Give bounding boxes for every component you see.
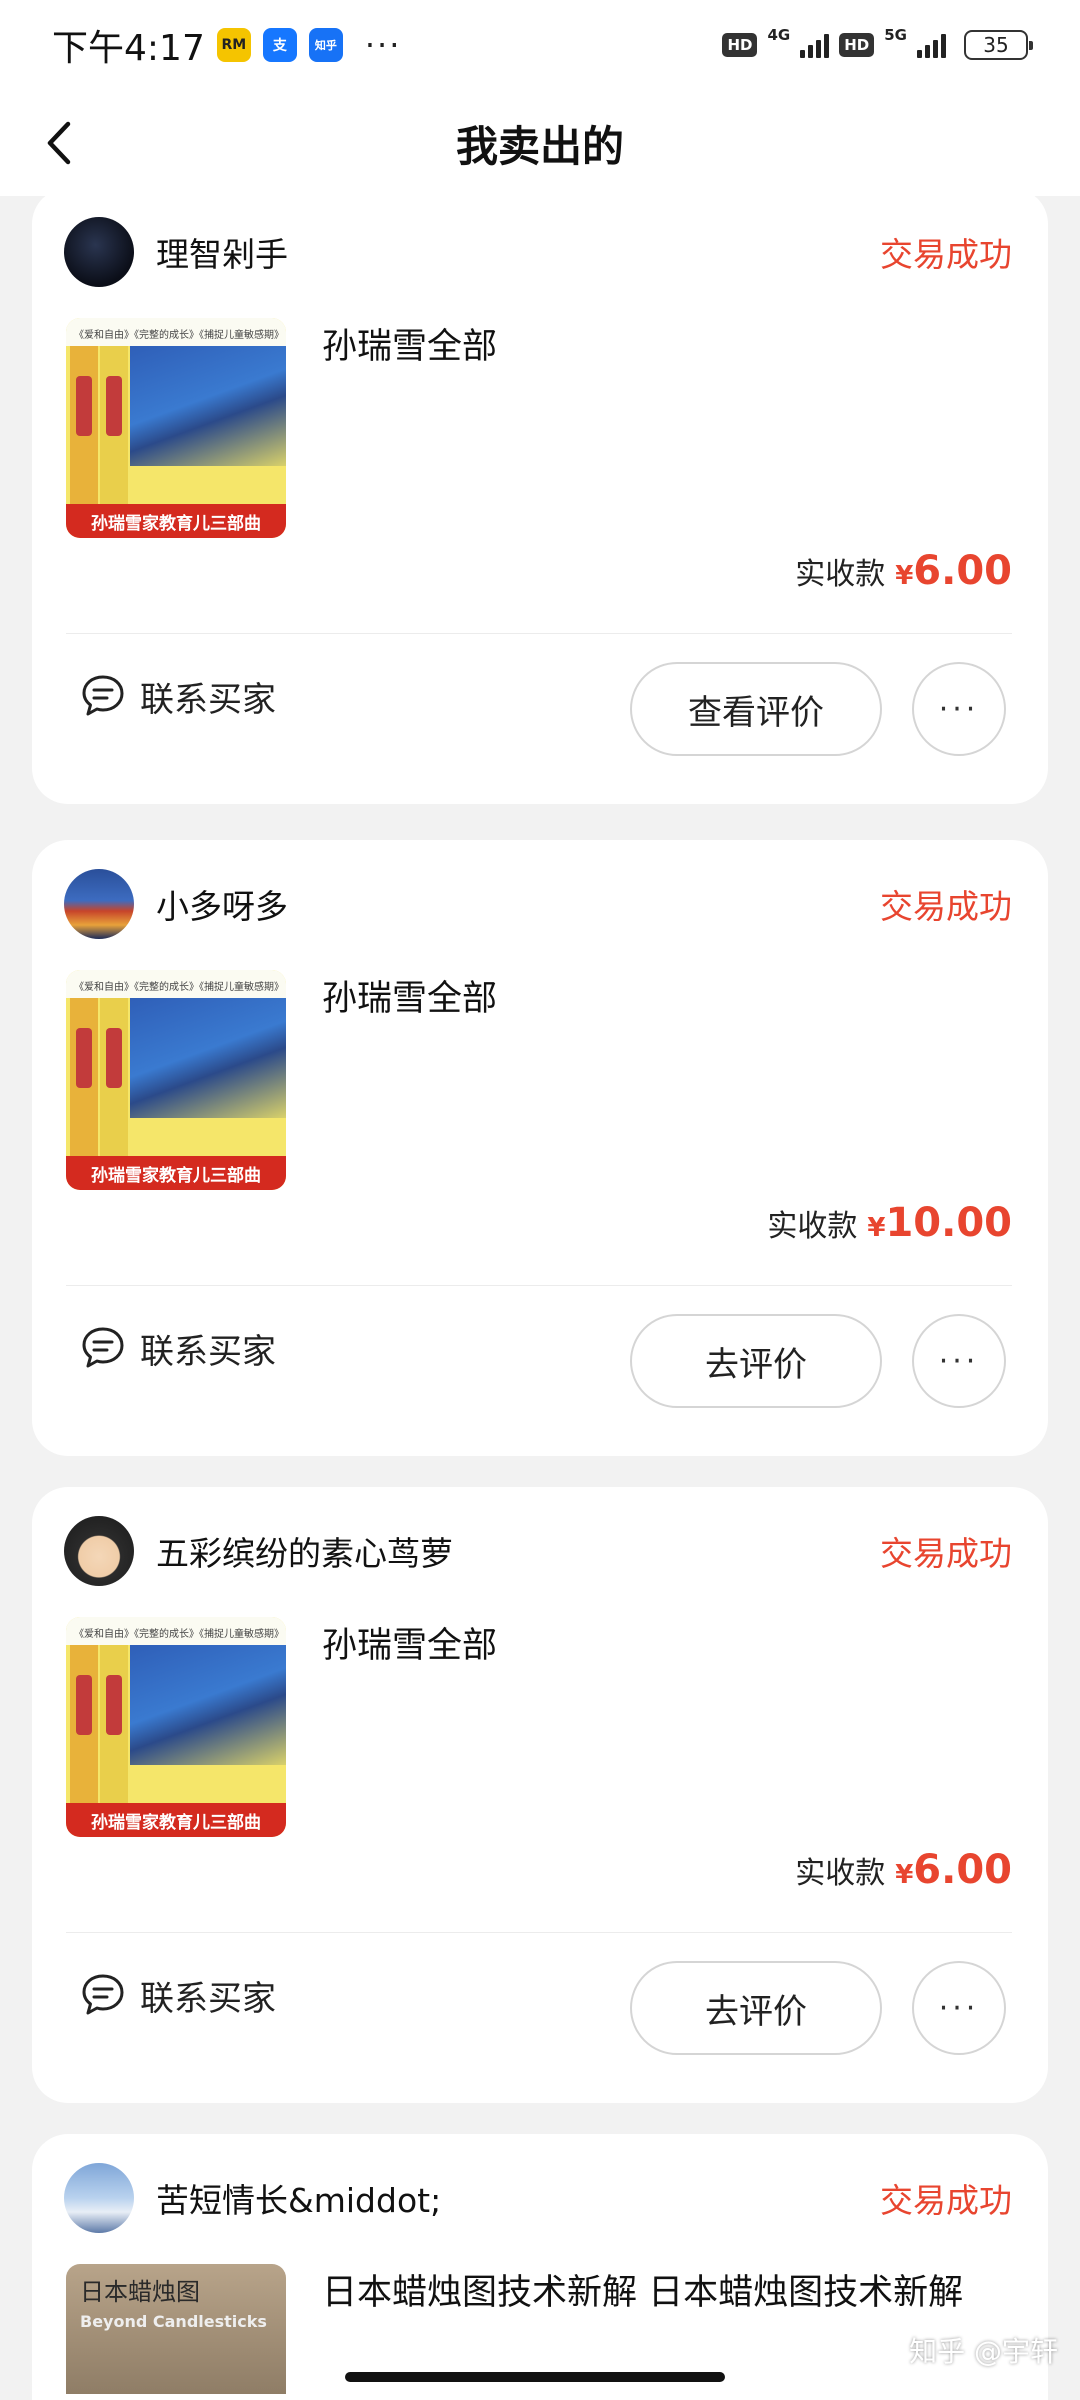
signal-bars-icon-2 [917,32,946,58]
cover-subtitle-text: Beyond Candlesticks [80,2312,267,2331]
status-time: 下午4:17 [52,28,205,69]
view-review-button[interactable]: 查看评价 [630,662,882,756]
contact-buyer-label: 联系买家 [140,679,276,720]
currency-symbol: ¥ [895,561,914,591]
signal-bars-icon-1 [800,32,830,58]
status-right-group: HD 4G HD 5G 35 [722,26,1033,60]
order-card[interactable]: 五彩缤纷的素心茑萝 交易成功 《爱和自由》《完整的成长》《捕捉儿童敏感期》 孙瑞… [32,1487,1048,2103]
page-header: 我卖出的 [0,90,1080,196]
price-label: 实收款 [795,1856,886,1891]
chat-bubble-icon [82,1974,124,2015]
product-title[interactable]: 日本蜡烛图技术新解 日本蜡烛图技术新解 [322,2264,963,2315]
price-label: 实收款 [767,1209,858,1244]
order-card-header: 五彩缤纷的素心茑萝 交易成功 [64,1515,1012,1587]
cover-strip-text: 《爱和自由》《完整的成长》《捕捉儿童敏感期》 [74,330,284,341]
page-title: 我卖出的 [455,121,624,171]
status-more-indicator: ··· [364,26,402,64]
order-card[interactable]: 理智剁手 交易成功 《爱和自由》《完整的成长》《捕捉儿童敏感期》 孙瑞雪家教育儿… [32,188,1048,804]
status-badge: 交易成功 [880,1534,1012,1573]
price-value: 10.00 [885,1200,1012,1246]
product-title[interactable]: 孙瑞雪全部 [322,970,497,1021]
product-thumbnail[interactable]: 日本蜡烛图 Beyond Candlesticks [66,2264,286,2394]
network-type-2: 5G [884,26,907,44]
price-row: 实收款 ¥ 6.00 [795,1847,1012,1893]
cover-title-text: 日本蜡烛图 [80,2278,200,2306]
product-title[interactable]: 孙瑞雪全部 [322,1617,497,1668]
price-row: 实收款 ¥ 6.00 [795,548,1012,594]
more-options-button[interactable]: ··· [912,662,1006,756]
price-value: 6.00 [913,548,1012,594]
divider [66,1285,1012,1286]
battery-icon: 35 [964,30,1033,60]
contact-buyer-button[interactable]: 联系买家 [80,1316,276,1380]
product-thumbnail[interactable]: 《爱和自由》《完整的成长》《捕捉儿童敏感期》 孙瑞雪家教育儿三部曲 [66,1617,286,1837]
chat-bubble-icon [82,675,124,716]
write-review-button[interactable]: 去评价 [630,1314,882,1408]
watermark: 知乎 @宇轩 [909,2335,1058,2368]
divider [66,1932,1012,1933]
price-value: 6.00 [913,1847,1012,1893]
status-badge: 交易成功 [880,2181,1012,2220]
contact-buyer-button[interactable]: 联系买家 [80,664,276,728]
price-label: 实收款 [795,557,886,592]
chevron-left-icon [47,121,71,165]
order-card-header: 小多呀多 交易成功 [64,868,1012,940]
cover-banner-text: 孙瑞雪家教育儿三部曲 [66,1156,286,1190]
contact-buyer-label: 联系买家 [140,1978,276,2019]
order-card-header: 理智剁手 交易成功 [64,216,1012,288]
price-row: 实收款 ¥ 10.00 [767,1200,1012,1246]
rinmi-app-icon: RM [216,28,251,62]
buyer-name[interactable]: 理智剁手 [156,228,288,276]
product-title[interactable]: 孙瑞雪全部 [322,318,497,369]
product-thumbnail[interactable]: 《爱和自由》《完整的成长》《捕捉儿童敏感期》 孙瑞雪家教育儿三部曲 [66,970,286,1190]
cover-strip-text: 《爱和自由》《完整的成长》《捕捉儿童敏感期》 [74,982,284,993]
avatar[interactable] [64,217,134,287]
buyer-name[interactable]: 小多呀多 [156,880,288,928]
avatar[interactable] [64,1516,134,1586]
cover-strip-text: 《爱和自由》《完整的成长》《捕捉儿童敏感期》 [74,1629,284,1640]
status-bar: 下午4:17 RM 支 知乎 ··· HD 4G HD 5G 35 [0,0,1080,90]
currency-symbol: ¥ [895,1860,914,1890]
back-button[interactable] [24,108,94,178]
avatar[interactable] [64,2163,134,2233]
status-badge: 交易成功 [880,887,1012,926]
divider [66,633,1012,634]
hd-badge-1: HD [722,33,758,57]
more-options-button[interactable]: ··· [912,1961,1006,2055]
write-review-button[interactable]: 去评价 [630,1961,882,2055]
chat-bubble-icon [82,1327,124,1368]
cover-banner-text: 孙瑞雪家教育儿三部曲 [66,1803,286,1837]
currency-symbol: ¥ [867,1213,886,1243]
contact-buyer-button[interactable]: 联系买家 [80,1963,276,2027]
order-card-header: 苦短情长&middot; 交易成功 [64,2162,1012,2234]
zhihu-app-icon: 知乎 [308,28,343,62]
network-type-1: 4G [767,26,791,44]
contact-buyer-label: 联系买家 [140,1331,276,1372]
product-thumbnail[interactable]: 《爱和自由》《完整的成长》《捕捉儿童敏感期》 孙瑞雪家教育儿三部曲 [66,318,286,538]
alipay-icon: 支 [262,28,297,62]
avatar[interactable] [64,869,134,939]
buyer-name[interactable]: 苦短情长&middot; [156,2174,441,2222]
more-options-button[interactable]: ··· [912,1314,1006,1408]
cover-banner-text: 孙瑞雪家教育儿三部曲 [66,504,286,538]
order-card[interactable]: 小多呀多 交易成功 《爱和自由》《完整的成长》《捕捉儿童敏感期》 孙瑞雪家教育儿… [32,840,1048,1456]
buyer-name[interactable]: 五彩缤纷的素心茑萝 [156,1527,453,1575]
home-indicator[interactable] [345,2372,725,2382]
order-card[interactable]: 苦短情长&middot; 交易成功 日本蜡烛图 Beyond Candlesti… [32,2134,1048,2400]
status-badge: 交易成功 [880,235,1012,274]
hd-badge-2: HD [839,33,875,57]
